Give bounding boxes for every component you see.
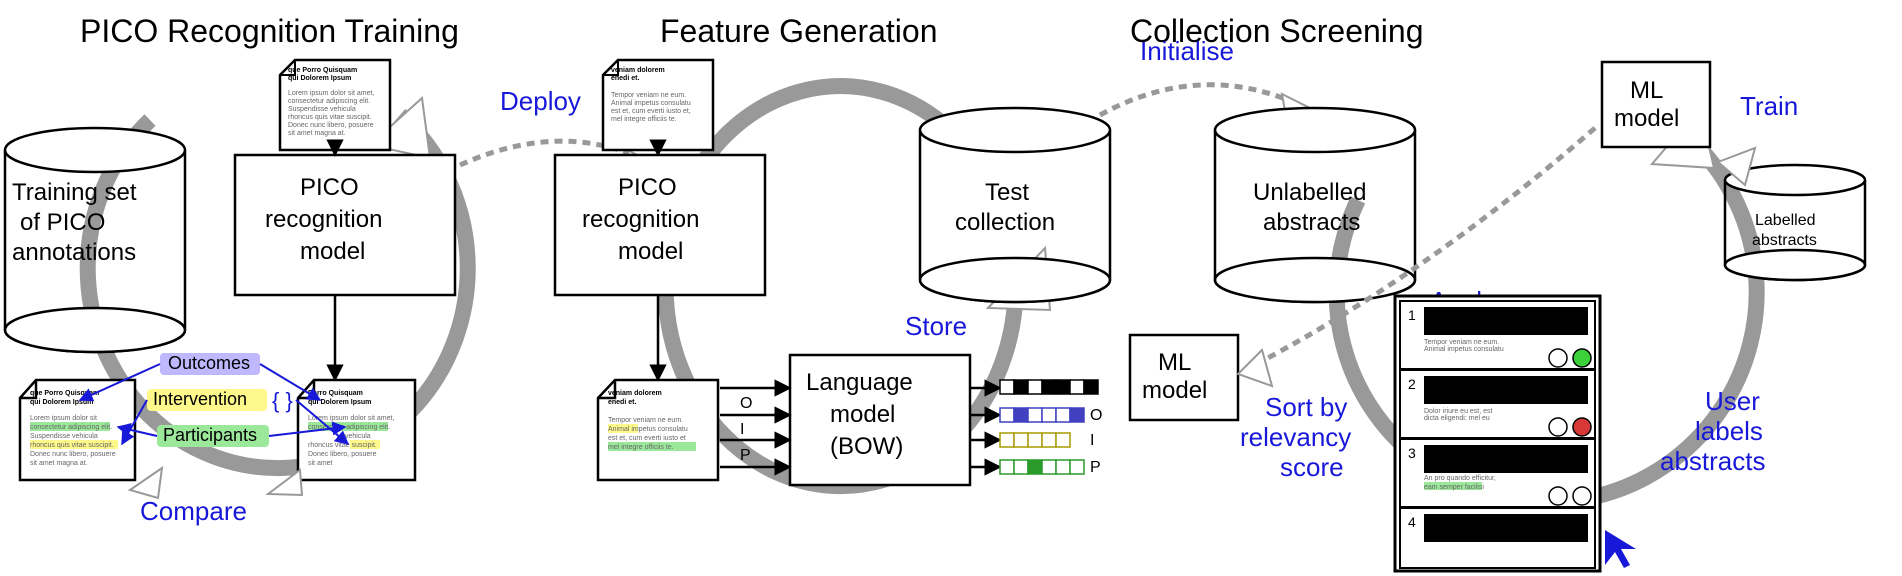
- deploy-label: Deploy: [500, 86, 581, 116]
- svg-text:rhoncus quis vitae suscipit.: rhoncus quis vitae suscipit.: [30, 442, 114, 449]
- svg-text:mel integre officiis te.: mel integre officiis te.: [611, 116, 677, 123]
- svg-text:Vel veniam dolorem: Vel veniam dolorem: [1430, 311, 1496, 318]
- svg-text:sit amet magna at.: sit amet magna at.: [288, 130, 346, 137]
- vector-all: [1000, 380, 1098, 394]
- svg-text:O: O: [740, 395, 752, 412]
- svg-text:mel integre officiis te.: mel integre officiis te.: [608, 444, 674, 451]
- svg-text:rhoncus quis vitae suscipit.: rhoncus quis vitae suscipit.: [288, 114, 372, 121]
- svg-text:Tempor veniam ne eum.: Tempor veniam ne eum.: [611, 92, 686, 99]
- svg-text:3: 3: [1408, 445, 1416, 461]
- svg-text:Animal impetus consulatu: Animal impetus consulatu: [1424, 346, 1504, 353]
- svg-text:dicta eligendi: mel eu: dicta eligendi: mel eu: [1424, 415, 1490, 422]
- svg-text:Outcomes: Outcomes: [168, 353, 250, 373]
- svg-text:eloquentiam vim.: eloquentiam vim.: [1430, 389, 1487, 396]
- test-collection-cylinder: Testcollection: [920, 108, 1110, 302]
- svg-text:Lorem ipsum dolor sit amet,: Lorem ipsum dolor sit amet,: [288, 90, 374, 97]
- svg-text:qui Dolorem Ipsum: qui Dolorem Ipsum: [30, 399, 93, 406]
- svg-text:4: 4: [1408, 514, 1416, 530]
- svg-text:O: O: [1090, 407, 1102, 424]
- svg-text:Donec libero, posuere: Donec libero, posuere: [308, 451, 377, 458]
- compare-label: Compare: [140, 496, 247, 526]
- svg-text:vehicula: vehicula: [345, 433, 371, 440]
- svg-text:Ex feugiat percipitur: Ex feugiat percipitur: [1430, 380, 1498, 387]
- svg-text:Suspendisse vehicula: Suspendisse vehicula: [30, 433, 98, 440]
- svg-text:Training setof PICOannotations: Training setof PICOannotations: [12, 179, 137, 266]
- svg-text:Donec nunc libero, posuere: Donec nunc libero, posuere: [288, 122, 374, 129]
- language-model-box: Languagemodel(BOW): [790, 355, 970, 485]
- svg-text:sit amet: sit amet: [308, 460, 333, 467]
- svg-text:qui Dolorem Ipsum: qui Dolorem Ipsum: [288, 75, 351, 82]
- svg-text:Tempor veniam ne eum.: Tempor veniam ne eum.: [1424, 339, 1499, 346]
- svg-text:P: P: [740, 447, 751, 464]
- cursor-icon: [1605, 530, 1636, 568]
- pico-model-feature: PICOrecognitionmodel: [555, 155, 765, 295]
- svg-text:An pro quando efficitur,: An pro quando efficitur,: [1424, 475, 1496, 482]
- svg-text:enedi et.: enedi et.: [608, 399, 636, 406]
- svg-text:consectetur adipiscing elit.: consectetur adipiscing elit.: [30, 424, 112, 431]
- unlabelled-cylinder: Unlabelledabstracts: [1215, 108, 1415, 302]
- svg-text:P: P: [1090, 459, 1101, 476]
- svg-text:Ius accumsan recteque: Ius accumsan recteque: [1430, 449, 1508, 456]
- ml-model-upper: MLmodel: [1602, 62, 1710, 147]
- feature-doc-top: veniam dolorem enedi et. Tempor veniam n…: [603, 60, 713, 150]
- svg-text:qui Dolorem Ipsum: qui Dolorem Ipsum: [308, 399, 371, 406]
- tag-intervention: Intervention: [147, 389, 267, 411]
- svg-text:Intervention: Intervention: [153, 389, 247, 409]
- ml-model-lower: MLmodel: [1130, 335, 1238, 420]
- vector-p: P: [1000, 459, 1101, 476]
- svg-text:Participants: Participants: [163, 425, 257, 445]
- svg-text:Donec nunc libero, posuere: Donec nunc libero, posuere: [30, 451, 116, 458]
- svg-text:Suspendisse vehicula: Suspendisse vehicula: [288, 106, 356, 113]
- svg-text:Neque Porro Quisquam: Neque Porro Quisquam: [1430, 518, 1508, 525]
- tag-outcomes: Outcomes: [160, 353, 260, 375]
- svg-text:Animal impetus consulatu: Animal impetus consulatu: [611, 100, 691, 107]
- svg-text:est et, cum everti iusto et: est et, cum everti iusto et: [608, 435, 686, 442]
- training-set-cylinder: Training setof PICOannotations: [5, 128, 185, 352]
- svg-text:consectetur adipiscing elit.: consectetur adipiscing elit.: [288, 98, 370, 105]
- svg-text:Animal impetus consulatu: Animal impetus consulatu: [608, 426, 688, 433]
- svg-text:Dolor iriure eu est, est: Dolor iriure eu est, est: [1424, 408, 1493, 415]
- store-label: Store: [905, 311, 967, 341]
- svg-text:Tempor veniam ne eum.: Tempor veniam ne eum.: [608, 417, 683, 424]
- svg-text:Labelledabstracts: Labelledabstracts: [1752, 212, 1817, 249]
- title-training: PICO Recognition Training: [80, 13, 459, 49]
- title-feature: Feature Generation: [660, 13, 938, 49]
- diagram-root: PICO Recognition Training Feature Genera…: [0, 0, 1902, 576]
- vector-i: I: [1000, 432, 1094, 449]
- svg-text:est et, cum everti iusto et,: est et, cum everti iusto et,: [611, 108, 691, 115]
- svg-text:I: I: [1090, 432, 1094, 449]
- svg-text:veniam dolorem: veniam dolorem: [611, 67, 665, 74]
- training-doc-top: que Porro Quisquam qui Dolorem Ipsum Lor…: [280, 60, 390, 150]
- svg-text:rhoncus vitae suscipit.: rhoncus vitae suscipit.: [308, 442, 377, 449]
- svg-text:que Porro Quisquam: que Porro Quisquam: [288, 67, 357, 74]
- svg-text:2: 2: [1408, 376, 1416, 392]
- train-label: Train: [1740, 91, 1798, 121]
- svg-text:Lorem ipsum dolor sit: Lorem ipsum dolor sit: [30, 415, 97, 422]
- svg-text:I: I: [740, 421, 744, 438]
- tag-participants: Participants: [157, 425, 269, 447]
- svg-text:1: 1: [1408, 307, 1416, 323]
- svg-text:Est qui Dol: Est qui Dol: [1430, 527, 1467, 534]
- initialise-label: Initialise: [1140, 36, 1234, 66]
- svg-text:enedi et.: enedi et.: [611, 75, 639, 82]
- svg-text:Testcollection: Testcollection: [955, 179, 1055, 236]
- feature-doc-bottom: veniam dolorem enedi et. Tempor veniam n…: [598, 380, 718, 480]
- svg-text:veniam dolorem: veniam dolorem: [608, 390, 662, 397]
- training-doc-bottom-left: que Porro Quisquam qui Dolorem Ipsum Lor…: [20, 380, 135, 480]
- svg-text:sit amet magna at.: sit amet magna at.: [30, 460, 88, 467]
- svg-text:eam semper facilisi: eam semper facilisi: [1424, 484, 1484, 491]
- svg-text:Porro Quisquam: Porro Quisquam: [308, 390, 363, 397]
- braces: { }: [272, 388, 293, 413]
- sort-label: Sort by relevancy score: [1240, 392, 1359, 482]
- vector-o: O: [1000, 407, 1102, 424]
- abstract-list: 1 Vel veniam dolorem eligendi et. Tempor…: [1395, 296, 1600, 571]
- pico-model-training: PICOrecognitionmodel: [235, 155, 455, 295]
- svg-text:eligendi et.: eligendi et.: [1430, 320, 1467, 327]
- svg-text:everitur at.: everitur at.: [1430, 458, 1466, 465]
- user-labels-label: User labels abstracts: [1660, 386, 1770, 476]
